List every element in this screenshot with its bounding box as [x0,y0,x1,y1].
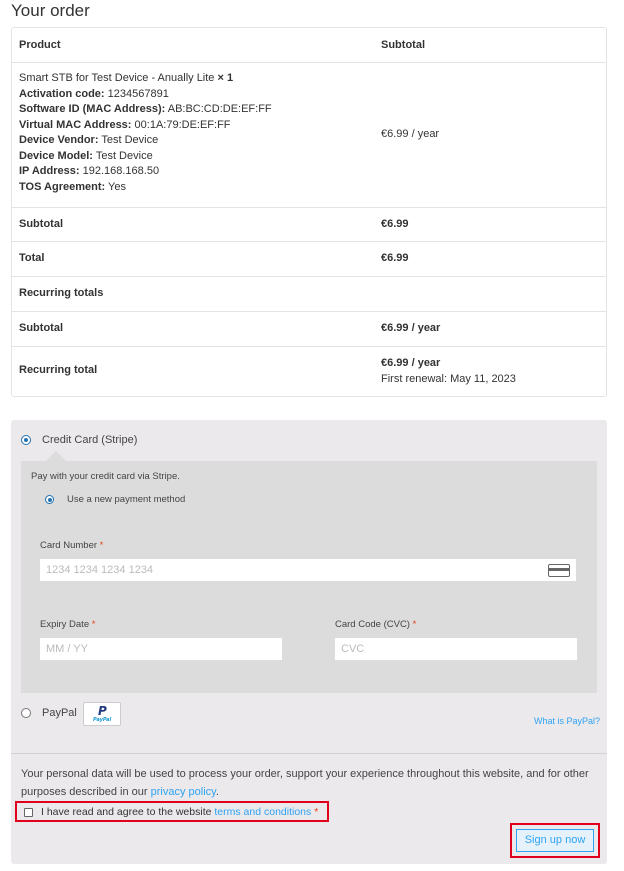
card-code-input[interactable]: CVC [335,638,577,660]
privacy-notice: Your personal data will be used to proce… [21,768,589,798]
recurring-subtotal-label: Subtotal [19,322,63,334]
meta-activation-code: Activation code: 1234567891 [19,87,169,100]
meta-tos-agreement: TOS Agreement: Yes [19,180,126,193]
table-header-row: Product Subtotal [12,28,606,63]
privacy-policy-link[interactable]: privacy policy [151,786,216,798]
column-header-subtotal: Subtotal [381,39,425,51]
paypal-radio[interactable] [21,708,31,718]
required-mark: * [412,619,417,630]
recurring-total-label: Recurring total [19,364,98,376]
new-payment-method-label[interactable]: Use a new payment method [67,494,185,505]
meta-ip-address: IP Address: 192.168.168.50 [19,165,160,177]
terms-checkbox[interactable] [24,808,33,817]
paypal-method-label[interactable]: PayPal [42,707,77,719]
cart-item-row: Smart STB for Test Device - Anually Lite… [12,63,606,208]
recurring-total-value: €6.99 / year [381,357,441,369]
first-renewal-note: First renewal: May 11, 2023 [381,372,516,385]
product-quantity: × 1 [217,72,234,84]
recurring-totals-heading-row: Recurring totals [12,277,606,312]
subtotal-row: Subtotal €6.99 [12,208,606,242]
required-mark: * [99,540,104,551]
order-review-table: Product Subtotal Smart STB for Test Devi… [11,27,607,397]
payment-section: Credit Card (Stripe) Pay with your credi… [11,420,607,864]
recurring-subtotal-value: €6.99 / year [381,322,441,334]
recurring-total-values: €6.99 / year First renewal: May 11, 2023 [381,356,516,387]
required-mark: * [91,619,96,630]
payment-divider [11,753,607,754]
credit-card-icon [548,564,570,577]
recurring-subtotal-row: Subtotal €6.99 / year [12,312,606,347]
stripe-description: Pay with your credit card via Stripe. [31,471,180,482]
subtotal-value: €6.99 [381,218,409,230]
product-name-line: Smart STB for Test Device - Anually Lite… [19,71,272,87]
column-header-product: Product [19,39,61,51]
stripe-payment-box: Pay with your credit card via Stripe. Us… [21,451,597,693]
product-price: €6.99 / year [381,128,440,140]
meta-software-id: Software ID (MAC Address): AB:BC:CD:DE:E… [19,103,272,115]
expiry-date-input[interactable]: MM / YY [40,638,282,660]
total-row: Total €6.99 [12,242,606,277]
stripe-radio[interactable] [21,435,31,445]
terms-and-conditions-link[interactable]: terms and conditions [214,806,311,818]
stripe-method-label[interactable]: Credit Card (Stripe) [42,434,137,446]
recurring-total-row: Recurring total €6.99 / year First renew… [12,347,606,397]
meta-device-model: Device Model: Test Device [19,149,153,162]
paypal-p-icon: P [98,704,107,718]
card-number-label: Card Number * [40,540,104,551]
total-label: Total [19,252,45,264]
product-details: Smart STB for Test Device - Anually Lite… [19,71,272,195]
card-number-input[interactable]: 1234 1234 1234 1234 [40,559,576,581]
terms-label[interactable]: I have read and agree to the website ter… [41,806,318,818]
card-code-label: Card Code (CVC) * [335,619,417,630]
expiry-date-label: Expiry Date * [40,619,96,630]
what-is-paypal-link[interactable]: What is PayPal? [534,716,600,726]
product-name: Smart STB for Test Device - Anually Lite [19,72,215,84]
recurring-totals-heading: Recurring totals [19,287,104,299]
submit-highlight: Sign up now [510,823,600,858]
total-value: €6.99 [381,252,409,264]
paypal-logo: P PayPal [83,702,121,726]
page-title: Your order [11,1,90,20]
subtotal-label: Subtotal [19,218,63,230]
meta-device-vendor: Device Vendor: Test Device [19,134,159,146]
required-mark: * [314,806,319,818]
terms-highlight: I have read and agree to the website ter… [15,801,329,822]
sign-up-button[interactable]: Sign up now [516,829,594,852]
new-payment-method-radio[interactable] [45,495,54,504]
meta-virtual-mac: Virtual MAC Address: 00:1A:79:DE:EF:FF [19,118,231,131]
